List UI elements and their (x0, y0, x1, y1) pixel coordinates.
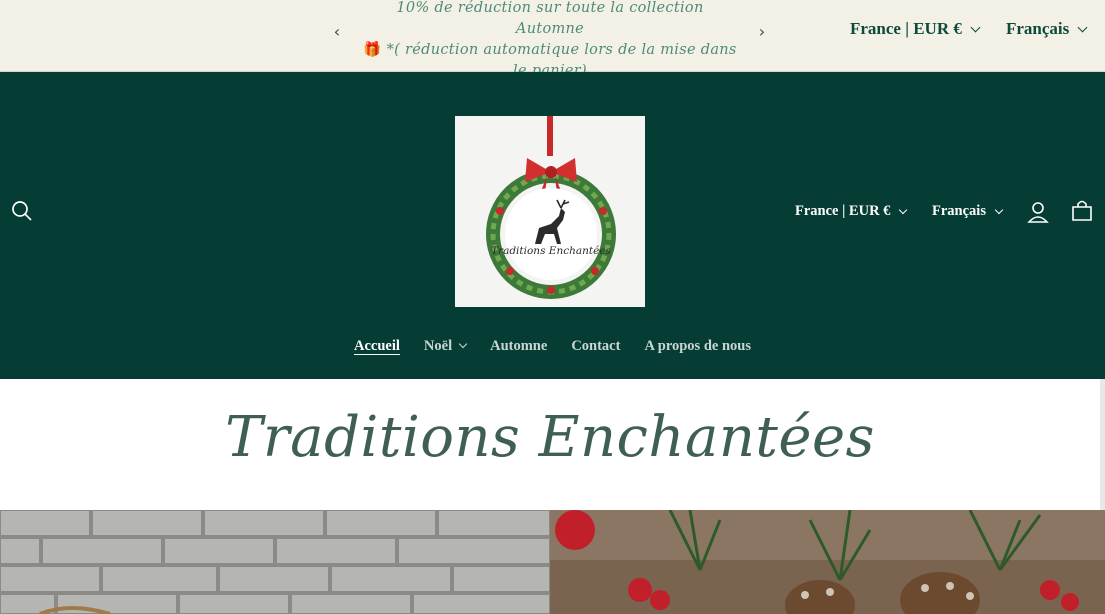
page-title: Traditions Enchantées (225, 405, 875, 470)
scrollbar[interactable] (1100, 379, 1105, 510)
nav-item-label: Contact (571, 337, 621, 354)
site-header: Traditions Enchantées France | EUR € Fra… (0, 72, 1105, 379)
chevron-down-icon (899, 205, 908, 214)
header-language-selector[interactable]: Français (932, 203, 1004, 220)
nav-item-label: A propos de nous (644, 337, 751, 354)
main-nav: Accueil Noël Automne Contact A propos de… (0, 335, 1105, 357)
country-selector-label: France | EUR € (850, 19, 962, 38)
nav-item-noel[interactable]: Noël (423, 337, 468, 355)
header-country-label: France | EUR € (795, 203, 891, 219)
logo-wordmark: Traditions Enchantées (491, 245, 611, 257)
nav-item-a-propos[interactable]: A propos de nous (644, 338, 751, 355)
nav-item-contact[interactable]: Contact (571, 338, 620, 355)
hero-title-band: Traditions Enchantées (0, 379, 1100, 510)
chevron-left-icon[interactable]: ‹ (328, 22, 346, 41)
gift-icon: 🎁 (363, 42, 382, 58)
nav-item-label: Noël (423, 337, 453, 354)
collection-image-pinecones[interactable] (550, 510, 1105, 614)
language-selector[interactable]: Français (1006, 19, 1088, 39)
nav-item-label: Automne (490, 337, 548, 354)
country-selector[interactable]: France | EUR € (850, 19, 981, 39)
announcement-message: 10% de réduction sur toute la collection… (360, 0, 740, 82)
announcement-bar: ‹ 10% de réduction sur toute la collecti… (0, 0, 1105, 79)
announcement-line-1: 10% de réduction sur toute la collection… (396, 0, 704, 37)
header-country-selector[interactable]: France | EUR € (795, 203, 908, 220)
language-selector-label: Français (1006, 19, 1070, 38)
site-logo[interactable]: Traditions Enchantées (455, 116, 645, 307)
chevron-down-icon (1077, 22, 1088, 32)
nav-item-automne[interactable]: Automne (490, 338, 547, 355)
account-icon[interactable] (1027, 200, 1049, 224)
chevron-down-icon (458, 339, 468, 349)
search-icon[interactable] (10, 199, 34, 223)
nav-item-label: Accueil (354, 337, 400, 354)
header-language-label: Français (932, 203, 986, 219)
nav-item-accueil[interactable]: Accueil (354, 338, 400, 355)
chevron-down-icon (970, 22, 981, 32)
chevron-right-icon[interactable]: › (753, 22, 771, 41)
cart-icon[interactable] (1071, 199, 1093, 223)
announcement-line-2: *( réduction automatique lors de la mise… (386, 42, 737, 58)
chevron-down-icon (994, 205, 1004, 214)
collection-image-brick-wall[interactable] (0, 510, 550, 614)
